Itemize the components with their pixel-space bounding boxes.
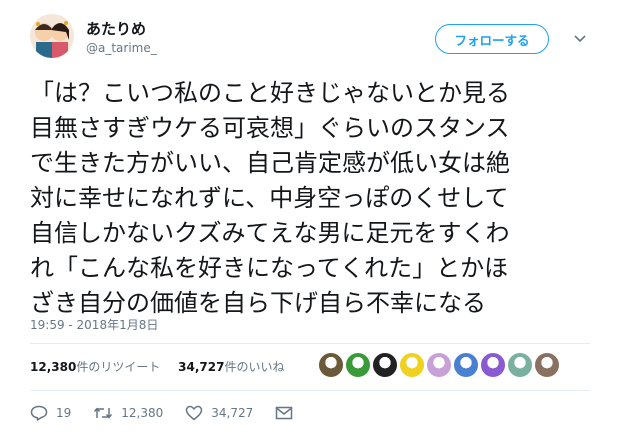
liker-avatar[interactable] bbox=[345, 352, 371, 378]
tweet-actions: 19 12,380 34,727 bbox=[30, 405, 323, 421]
avatar[interactable] bbox=[30, 14, 74, 58]
tweet-line: 「は？こいつ私のこと好きじゃないとか見る bbox=[30, 79, 510, 107]
liker-avatar[interactable] bbox=[399, 352, 425, 378]
direct-message-button[interactable] bbox=[275, 405, 301, 421]
tweet-stats: 12,380件のリツイート 34,727件のいいね bbox=[30, 358, 298, 375]
liker-avatar[interactable] bbox=[318, 352, 344, 378]
liker-avatar[interactable] bbox=[453, 352, 479, 378]
follow-button[interactable]: フォローする bbox=[435, 24, 549, 54]
user-handle[interactable]: @a_tarime_ bbox=[86, 41, 157, 55]
tweet-line: で生きた方がいい、自己肯定感が低い女は絶 bbox=[30, 149, 510, 177]
liker-avatar[interactable] bbox=[426, 352, 452, 378]
tweet-line: 対に幸せになれずに、中身空っぽのくせして bbox=[30, 184, 509, 212]
heart-icon bbox=[186, 405, 203, 421]
like-stat-count: 34,727 bbox=[178, 360, 225, 374]
liker-avatar[interactable] bbox=[507, 352, 533, 378]
divider bbox=[30, 343, 590, 344]
retweet-stat-count: 12,380 bbox=[30, 360, 77, 374]
retweet-stat[interactable]: 12,380件のリツイート bbox=[30, 358, 160, 375]
divider bbox=[30, 390, 590, 391]
tweet-line: 自信しかないクズみてえな男に足元をすくわ bbox=[30, 219, 510, 247]
reply-button[interactable]: 19 bbox=[30, 405, 71, 421]
liker-avatar[interactable] bbox=[480, 352, 506, 378]
liker-avatars bbox=[318, 352, 561, 378]
like-stat[interactable]: 34,727件のいいね bbox=[178, 358, 284, 375]
tweet-text: 「は？こいつ私のこと好きじゃないとか見る 目無さすぎウケる可哀想」ぐらいのスタン… bbox=[30, 76, 590, 321]
tweet-line: れ「こんな私を好きになってくれた」とかほ bbox=[30, 254, 509, 282]
chevron-down-icon[interactable] bbox=[572, 30, 588, 46]
liker-avatar[interactable] bbox=[372, 352, 398, 378]
envelope-icon bbox=[276, 406, 293, 420]
like-count: 34,727 bbox=[211, 406, 254, 420]
reply-count: 19 bbox=[56, 406, 72, 420]
liker-avatar[interactable] bbox=[534, 352, 560, 378]
tweet-line: 目無さすぎウケる可哀想」ぐらいのスタンス bbox=[30, 114, 510, 142]
display-name[interactable]: あたりめ bbox=[86, 18, 146, 39]
tweet-timestamp[interactable]: 19:59 - 2018年1月8日 bbox=[30, 316, 158, 333]
reply-icon bbox=[30, 405, 48, 421]
retweet-stat-label: 件のリツイート bbox=[76, 360, 161, 374]
retweet-count: 12,380 bbox=[121, 406, 164, 420]
like-button[interactable]: 34,727 bbox=[185, 405, 253, 421]
retweet-icon bbox=[94, 407, 113, 419]
retweet-button[interactable]: 12,380 bbox=[93, 405, 163, 421]
like-stat-label: 件のいいね bbox=[224, 360, 285, 374]
